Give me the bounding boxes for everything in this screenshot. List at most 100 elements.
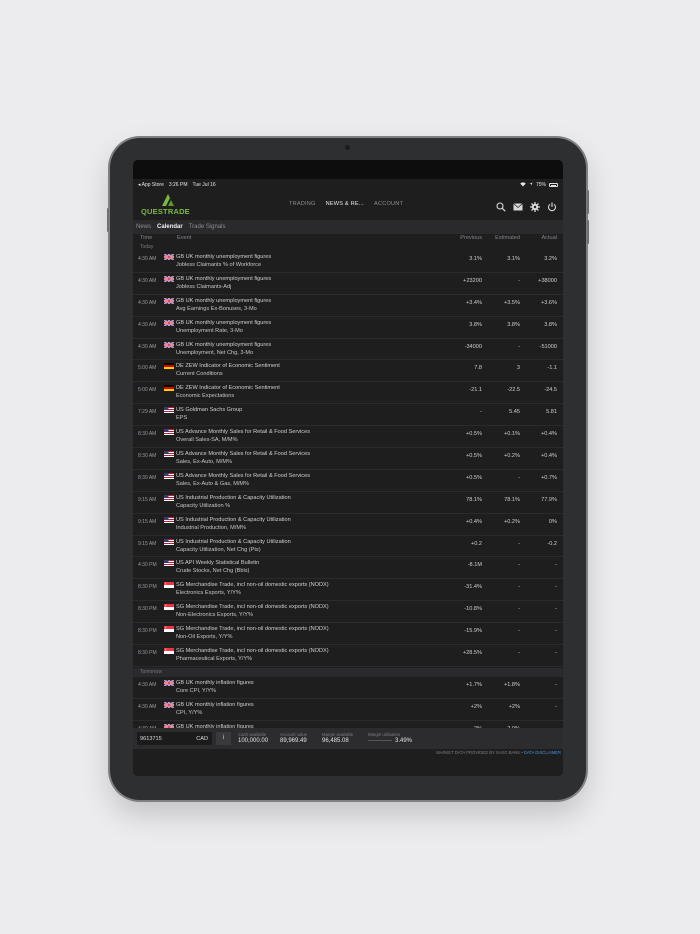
margin-utilisation-bar: [368, 739, 392, 742]
row-actual: 3.8%: [544, 321, 557, 328]
row-event-detail: Sales, Ex-Auto, M/M%: [176, 459, 232, 466]
row-estimated: -: [518, 584, 520, 591]
table-row[interactable]: 4:30 AM GB UK monthly unemployment figure…: [133, 339, 563, 361]
row-event-detail: Economic Expectations: [176, 393, 235, 400]
row-event-title: GB UK monthly inflation figures: [176, 701, 254, 708]
row-previous: +0.5%: [465, 453, 482, 460]
data-disclaimer-link[interactable]: DATA DISCLAIMER: [524, 750, 561, 755]
col-actual[interactable]: Actual: [541, 235, 557, 241]
row-time: 4:30 PM: [138, 562, 157, 569]
row-event-detail: Electronics Exports, Y/Y%: [176, 590, 241, 597]
row-time: 9:15 AM: [138, 496, 157, 503]
row-event-detail: Avg Earnings Ex-Bonuses, 3-Mo: [176, 305, 257, 312]
status-time: 3:26 PM: [168, 182, 188, 188]
row-time: 9:15 AM: [138, 540, 157, 547]
row-previous: +3.4%: [465, 299, 482, 306]
table-row[interactable]: 4:30 AM GB UK monthly inflation figures Co…: [133, 677, 563, 699]
row-actual: -51000: [539, 343, 557, 350]
account-value: Account value 89,969.49: [280, 732, 307, 744]
row-time: 8:30 PM: [138, 650, 157, 657]
row-actual: -: [555, 562, 557, 569]
market-data-disclaimer: MARKET DATA PROVIDED BY SAXO BANK • DATA…: [133, 749, 563, 757]
location-icon: [529, 182, 533, 188]
table-row[interactable]: 8:30 PM SG Merchandise Trade, incl non-oi…: [133, 579, 563, 602]
de-flag-icon: [164, 385, 174, 392]
table-row[interactable]: 4:30 AMGB UK monthly inflation figures-2…: [133, 721, 563, 728]
table-row[interactable]: 8:30 PM SG Merchandise Trade, incl non-oi…: [133, 645, 563, 667]
row-event-title: US Industrial Production & Capacity Util…: [176, 538, 291, 545]
row-previous: +23200: [463, 277, 482, 284]
row-event-title: SG Merchandise Trade, incl non-oil domes…: [176, 582, 329, 589]
sg-flag-icon: [164, 604, 174, 611]
table-row[interactable]: 9:15 AM US Industrial Production & Capaci…: [133, 514, 563, 536]
table-row[interactable]: 5:00 AM DE ZEW Indicator of Economic Sent…: [133, 382, 563, 405]
row-event-detail: Core CPI, Y/Y%: [176, 687, 217, 694]
nav-account[interactable]: ACCOUNT: [374, 201, 403, 207]
row-previous: +0.4%: [465, 518, 482, 525]
row-actual: 77.9%: [541, 496, 557, 503]
table-row[interactable]: 5:00 AM DE ZEW Indicator of Economic Sent…: [133, 360, 563, 383]
table-row[interactable]: 8:30 PM SG Merchandise Trade, incl non-oi…: [133, 601, 563, 624]
us-flag-icon: [164, 451, 174, 458]
table-row[interactable]: 4:30 AM GB UK monthly unemployment figure…: [133, 317, 563, 339]
calendar-list[interactable]: Today 4:30 AM GB UK monthly unemployment …: [133, 243, 563, 728]
table-row[interactable]: 4:30 AM GB UK monthly inflation figures CP…: [133, 699, 563, 721]
account-selector[interactable]: 9613715 CAD: [137, 732, 212, 745]
row-previous: -21.1: [469, 387, 482, 394]
row-previous: -8.1M: [467, 562, 482, 569]
table-row[interactable]: 4:30 PM US API Weekly Statistical Bulleti…: [133, 557, 563, 580]
row-event-detail: Sales, Ex-Auto & Gas, M/M%: [176, 480, 250, 487]
table-row[interactable]: 8:30 AM US Advance Monthly Sales for Reta…: [133, 426, 563, 449]
nav-trading[interactable]: TRADING: [289, 201, 316, 207]
row-event-detail: Non-Oil Exports, Y/Y%: [176, 634, 233, 641]
table-row[interactable]: 7:29 AM US Goldman Sachs Group EPS - 5.45 5.8…: [133, 404, 563, 427]
table-row[interactable]: 4:30 AM GB UK monthly unemployment figure…: [133, 251, 563, 273]
questrade-logo[interactable]: QUESTRADE: [141, 194, 201, 216]
col-event[interactable]: Event: [177, 235, 191, 241]
row-time: 8:30 AM: [138, 431, 157, 438]
tab-trade-signals[interactable]: Trade Signals: [189, 224, 226, 230]
back-to-app-store[interactable]: ◂ App Store: [138, 182, 164, 188]
table-row[interactable]: 8:30 AM US Advance Monthly Sales for Reta…: [133, 470, 563, 492]
row-event-title: GB UK monthly unemployment figures: [176, 297, 272, 304]
tab-calendar[interactable]: Calendar: [157, 224, 183, 230]
power-icon[interactable]: [547, 199, 557, 212]
cash-available-label: Cash available: [238, 732, 267, 737]
table-row[interactable]: 8:30 PM SG Merchandise Trade, incl non-oi…: [133, 623, 563, 646]
us-flag-icon: [164, 429, 174, 436]
col-previous[interactable]: Previous: [460, 235, 482, 241]
row-time: 9:15 AM: [138, 518, 157, 525]
row-actual: -: [555, 703, 557, 710]
nav-news-research[interactable]: NEWS & RE...: [326, 201, 364, 207]
gear-icon[interactable]: [530, 199, 540, 212]
info-button[interactable]: i: [216, 732, 231, 745]
tomorrow-rows: 4:30 AM GB UK monthly inflation figures Co…: [133, 677, 563, 728]
col-estimated[interactable]: Estimated: [495, 235, 520, 241]
table-row[interactable]: 4:30 AM GB UK monthly unemployment figure…: [133, 295, 563, 317]
row-time: 8:30 AM: [138, 453, 157, 460]
row-time: 4:30 AM: [138, 681, 157, 688]
uk-flag-icon: [163, 679, 175, 687]
search-icon[interactable]: [496, 199, 506, 212]
table-row[interactable]: 9:15 AM US Industrial Production & Capaci…: [133, 536, 563, 558]
research-subtabs: News Calendar Trade Signals: [133, 220, 563, 234]
col-time[interactable]: Time: [140, 235, 152, 241]
row-event-title: DE ZEW Indicator of Economic Sentiment: [176, 385, 280, 392]
mail-icon[interactable]: [513, 199, 523, 211]
account-currency: CAD: [196, 736, 208, 742]
tablet-frame: ◂ App Store 3:26 PM Tue Jul 16 75% QUEST…: [107, 138, 589, 800]
cash-available: Cash available 100,000.00: [238, 732, 268, 744]
row-previous: +1.7%: [465, 681, 482, 688]
side-button-top: [587, 190, 589, 214]
table-row[interactable]: 9:15 AM US Industrial Production & Capaci…: [133, 492, 563, 514]
row-previous: -10.8%: [464, 606, 482, 613]
margin-utilisation-label: Margin utilisation: [368, 732, 401, 737]
row-actual: -24.5: [544, 387, 557, 394]
tab-news[interactable]: News: [136, 224, 151, 230]
table-row[interactable]: 8:30 AM US Advance Monthly Sales for Reta…: [133, 448, 563, 470]
sg-flag-icon: [164, 648, 174, 655]
row-previous: -: [480, 409, 482, 416]
table-row[interactable]: 4:30 AM GB UK monthly unemployment figure…: [133, 273, 563, 295]
margin-utilisation-value: 3.49%: [395, 738, 413, 744]
row-event-title: US Advance Monthly Sales for Retail & Fo…: [176, 451, 311, 458]
